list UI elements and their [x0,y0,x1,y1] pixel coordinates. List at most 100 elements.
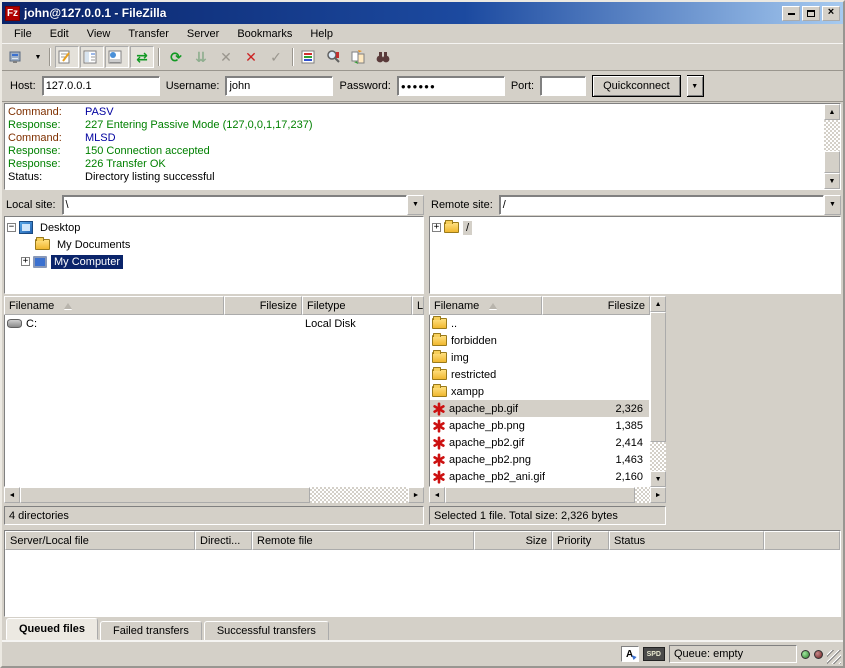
remote-directory-tree[interactable]: + / [429,216,841,294]
menu-bookmarks[interactable]: Bookmarks [229,26,300,42]
site-manager-dropdown[interactable]: ▼ [31,46,45,68]
scroll-right-icon[interactable]: ► [408,487,424,503]
scroll-up-icon[interactable]: ▲ [650,296,666,312]
toggle-message-log-button[interactable] [55,46,79,68]
tree-item-my-documents[interactable]: My Documents [7,236,423,253]
quickconnect-button[interactable]: Quickconnect [592,75,681,97]
menu-transfer[interactable]: Transfer [120,26,177,42]
data-type-icon[interactable]: A [621,646,639,662]
site-manager-button[interactable] [6,46,30,68]
username-input[interactable]: john [225,76,333,96]
tree-item-desktop[interactable]: − Desktop [7,219,423,236]
synchronized-browsing-button[interactable] [373,46,397,68]
resize-grip[interactable] [827,650,841,664]
tab-queued-files[interactable]: Queued files [6,618,98,640]
remote-site-combo[interactable]: / ▼ [499,195,841,215]
log-vertical-scrollbar[interactable]: ▲ ▼ [824,104,840,189]
column-priority[interactable]: Priority [552,531,609,550]
collapse-icon[interactable]: − [7,223,16,232]
menu-file[interactable]: File [6,26,40,42]
my-documents-icon [35,239,50,250]
remote-file-row[interactable]: apache_pb2.gif2,414 [430,434,649,451]
local-list-body[interactable]: C: Local Disk [4,315,424,487]
local-file-row[interactable]: C: Local Disk [5,315,423,332]
tab-failed-transfers[interactable]: Failed transfers [100,621,202,640]
log-line: Response:150 Connection accepted [8,145,822,158]
remote-file-row[interactable]: .. [430,315,649,332]
menu-help[interactable]: Help [302,26,341,42]
remote-site-dropdown[interactable]: ▼ [824,195,841,215]
expand-icon[interactable]: + [21,257,30,266]
remote-vertical-scrollbar[interactable]: ▲ ▼ [650,296,666,487]
scroll-up-icon[interactable]: ▲ [824,104,840,120]
remote-horizontal-scrollbar[interactable]: ◄ ► [429,487,666,503]
remote-file-row[interactable]: xampp [430,383,649,400]
host-input[interactable]: 127.0.0.1 [42,76,160,96]
column-last-modified[interactable]: L [412,296,424,315]
search-icon [325,49,341,65]
scrollbar-thumb[interactable] [824,151,840,173]
toggle-queue-button[interactable]: ⇄ [130,46,154,68]
directory-comparison-button[interactable] [348,46,372,68]
column-remote-file[interactable]: Remote file [252,531,474,550]
scrollbar-thumb[interactable] [20,487,310,503]
remote-file-row[interactable]: forbidden [430,332,649,349]
quickconnect-dropdown[interactable]: ▼ [687,75,704,97]
remote-file-row-selected[interactable]: apache_pb.gif2,326 [430,400,649,417]
column-filename[interactable]: Filename [429,296,542,315]
menu-view[interactable]: View [79,26,119,42]
expand-icon[interactable]: + [432,223,441,232]
close-button[interactable]: × [822,6,840,21]
refresh-button[interactable]: ⟳ [164,46,188,68]
tree-item-root[interactable]: + / [432,219,840,236]
scroll-left-icon[interactable]: ◄ [429,487,445,503]
column-filetype[interactable]: Filetype [302,296,412,315]
remote-file-row[interactable]: restricted [430,366,649,383]
column-filesize[interactable]: Filesize [542,296,650,315]
disconnect-button[interactable]: ✕ [239,46,263,68]
scroll-right-icon[interactable]: ► [650,487,666,503]
scrollbar-thumb[interactable] [445,487,635,503]
message-log[interactable]: Command:PASV Response:227 Entering Passi… [4,103,841,190]
filter-button[interactable] [298,46,322,68]
cancel-operation-button[interactable]: ✕ [214,46,238,68]
refresh-icon: ⟳ [170,50,182,64]
minimize-button[interactable] [782,6,800,21]
scroll-down-icon[interactable]: ▼ [650,471,666,487]
scroll-left-icon[interactable]: ◄ [4,487,20,503]
file-search-button[interactable] [323,46,347,68]
column-status[interactable]: Status [609,531,764,550]
column-filesize[interactable]: Filesize [224,296,302,315]
toggle-remote-tree-button[interactable] [105,46,129,68]
menu-server[interactable]: Server [179,26,227,42]
tree-item-my-computer[interactable]: + My Computer [7,253,423,270]
column-server-local-file[interactable]: Server/Local file [5,531,195,550]
toggle-local-tree-button[interactable] [80,46,104,68]
column-filename[interactable]: Filename [4,296,224,315]
queue-body[interactable] [5,550,840,616]
scrollbar-thumb[interactable] [650,312,666,442]
local-site-combo[interactable]: \ ▼ [62,195,424,215]
local-site-dropdown[interactable]: ▼ [407,195,424,215]
remote-list-body[interactable]: .. forbidden img restricted xampp apache… [429,315,650,487]
tab-successful-transfers[interactable]: Successful transfers [204,621,329,640]
password-input[interactable]: ●●●●●● [397,76,505,96]
speed-limits-icon[interactable]: SPD [643,647,665,661]
scroll-down-icon[interactable]: ▼ [824,173,840,189]
local-horizontal-scrollbar[interactable]: ◄ ► [4,487,424,503]
process-queue-button[interactable]: ⇊ [189,46,213,68]
remote-file-row[interactable]: apache_pb.png1,385 [430,417,649,434]
menu-edit[interactable]: Edit [42,26,77,42]
local-directory-tree[interactable]: − Desktop My Documents + My Computer [4,216,424,294]
reconnect-button[interactable]: ✓ [264,46,288,68]
remote-file-row[interactable]: apache_pb2.png1,463 [430,451,649,468]
column-direction[interactable]: Directi... [195,531,252,550]
maximize-button[interactable] [802,6,820,21]
remote-file-row[interactable]: apache_pb2_ani.gif2,160 [430,468,649,485]
port-input[interactable] [540,76,586,96]
column-size[interactable]: Size [474,531,552,550]
remote-file-row[interactable]: img [430,349,649,366]
local-site-value[interactable]: \ [62,195,407,215]
column-filler [764,531,840,550]
remote-site-value[interactable]: / [499,195,824,215]
